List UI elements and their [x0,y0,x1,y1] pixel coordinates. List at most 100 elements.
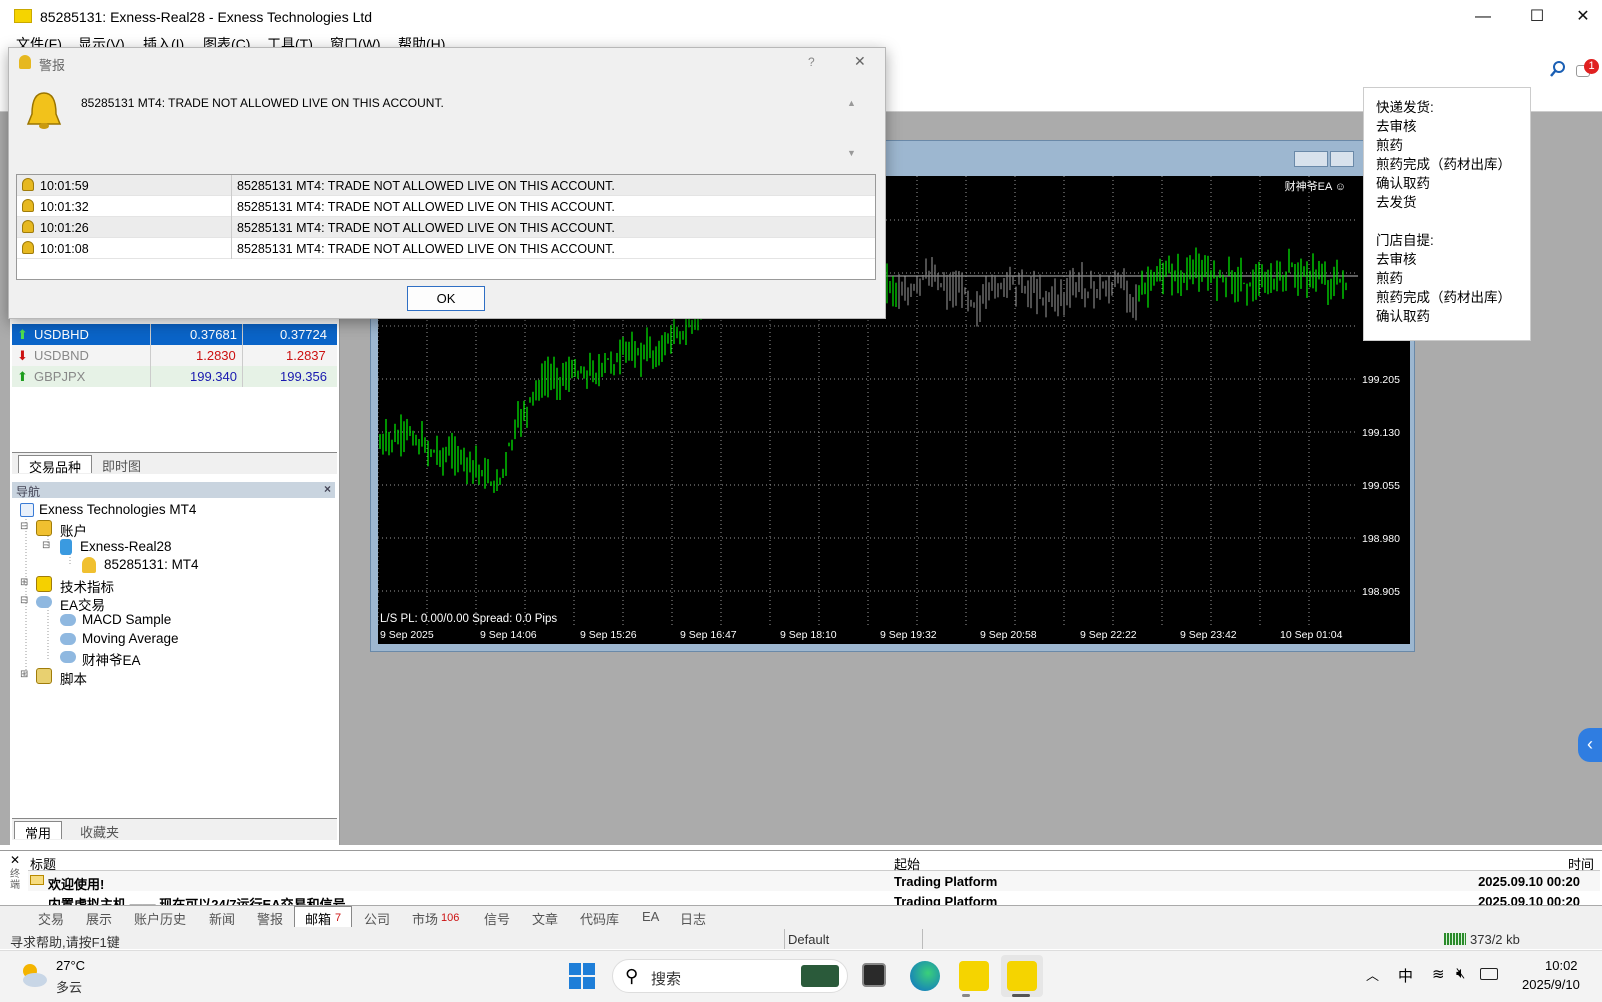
alert-text: 85285131 MT4: TRADE NOT ALLOWED LIVE ON … [237,221,615,235]
dialog-help-button[interactable]: ? [808,55,815,69]
ime-indicator[interactable]: 中 [1398,965,1413,986]
market-row-usdbnd[interactable]: ⬇ USDBND 1.2830 1.2837 [12,345,337,366]
terminal-panel: ✕ 终端 标题 起始 时间 欢迎使用! Trading Platform 202… [0,850,1602,905]
bell-icon [22,178,34,191]
taskbar: 27°C 多云 ⚲ 搜索 ︿ 中 ≋ 🔇︎ 10:02 2025/9/10 [0,950,1602,1002]
clock-date[interactable]: 2025/9/10 [1522,977,1580,992]
edge-browser-icon[interactable] [910,961,940,991]
start-icon[interactable] [569,963,595,989]
terminal-tabs: 交易 展示 账户历史 新闻 警报 邮箱 7 公司 市场 106 信号 文章 代码… [0,905,1602,929]
tree-server-label: Exness-Real28 [80,539,172,554]
popup-line[interactable]: 煎药完成（药材出库） [1376,288,1518,307]
alert-row[interactable]: 10:01:32 85285131 MT4: TRADE NOT ALLOWED … [17,196,875,217]
navigator-header: 导航 × [12,482,335,499]
popup-line: 快递发货: [1376,100,1434,115]
dialog-close-button[interactable]: ✕ [854,53,866,70]
bell-icon [19,55,31,69]
market-row-gbpjpx[interactable]: ⬆ GBPJPX 199.340 199.356 [12,366,337,387]
time-tick: 9 Sep 22:22 [1080,629,1137,641]
expand-icon: ⊞ [20,577,29,588]
market-row-usdbhd[interactable]: ⬆ USDBHD 0.37681 0.37724 [12,324,337,345]
popup-line[interactable]: 去审核 [1376,117,1518,136]
tab-alerts[interactable]: 警报 [257,909,283,928]
chevron-left-icon[interactable]: ‹ [1578,728,1602,762]
tree-account-label: 85285131: MT4 [104,557,199,572]
battery-icon[interactable] [1480,968,1498,980]
tab-tick-chart[interactable]: 即时图 [92,455,151,474]
alert-row[interactable]: 10:01:08 85285131 MT4: TRADE NOT ALLOWED … [17,238,875,259]
time-tick: 9 Sep 15:26 [580,629,637,641]
down-arrow-icon: ⬇ [17,348,28,363]
maximize-button[interactable]: ☐ [1514,4,1560,30]
tab-symbols[interactable]: 交易品种 [18,455,93,475]
mail-from: Trading Platform [894,894,998,905]
alert-time: 10:01:26 [40,221,89,235]
popup-line[interactable]: 确认取药 [1376,307,1518,326]
mail-from: Trading Platform [894,874,998,889]
mail-row[interactable]: 欢迎使用! Trading Platform 2025.09.10 00:20 [28,871,1600,892]
tab-account-history[interactable]: 账户历史 [134,909,186,928]
time-tick: 9 Sep 23:42 [1180,629,1237,641]
collapse-icon: ⊟ [20,595,29,606]
tab-company[interactable]: 公司 [364,909,390,928]
popup-line[interactable]: 煎药 [1376,269,1518,288]
expert-icon [36,596,52,608]
taskbar-search-box[interactable]: ⚲ 搜索 [612,959,848,993]
speaker-muted-icon[interactable]: 🔇︎ [1456,965,1465,982]
connection-icon [1444,933,1466,945]
wifi-icon[interactable]: ≋ [1432,965,1445,983]
tree-ea-label: MACD Sample [82,612,172,627]
weather-desc[interactable]: 多云 [56,977,82,996]
tab-favorites[interactable]: 收藏夹 [70,821,129,840]
ok-button[interactable]: OK [407,286,485,311]
clock-time[interactable]: 10:02 [1545,958,1578,973]
tab-exposure[interactable]: 展示 [86,909,112,928]
tab-journal[interactable]: 日志 [680,909,706,928]
popup-line[interactable]: 煎药完成（药材出库） [1376,155,1518,174]
task-view-icon[interactable] [862,963,886,987]
mt4-app-icon[interactable] [959,961,989,991]
price-tick: 199.205 [1362,374,1400,386]
weather-temp[interactable]: 27°C [56,958,85,973]
navigator-close-button[interactable]: × [324,482,331,496]
scripts-icon [36,668,52,684]
close-window-button[interactable]: ✕ [1566,4,1600,30]
chevron-up-icon[interactable]: ︿ [1366,965,1379,984]
status-bar: 寻求帮助,请按F1键 Default 373/2 kb [0,929,1602,950]
symbol-label: USDBND [34,348,89,363]
tab-mailbox[interactable]: 邮箱 7 [294,906,352,927]
mail-row[interactable]: 内置虚拟主机 —— 现在可以24/7运行EA交易和信号 Trading Plat… [28,891,1600,905]
tab-articles[interactable]: 文章 [532,909,558,928]
terminal-close-button[interactable]: ✕ [10,853,20,867]
weather-icon[interactable] [18,961,48,989]
tree-indicators-label: 技术指标 [60,580,114,595]
scroll-down-icon[interactable]: ▼ [847,148,856,158]
tab-common[interactable]: 常用 [14,821,63,841]
popup-line[interactable]: 去审核 [1376,250,1518,269]
minimize-button[interactable]: — [1460,4,1506,30]
tab-market[interactable]: 市场 [412,909,438,928]
alert-row[interactable]: 10:01:26 85285131 MT4: TRADE NOT ALLOWED … [17,217,875,238]
mt4-app-icon[interactable] [1007,961,1037,991]
tab-signals[interactable]: 信号 [484,909,510,928]
chart-minimize-button[interactable] [1294,151,1328,167]
search-icon[interactable] [1549,60,1567,78]
up-arrow-icon: ⬆ [17,369,28,384]
chart-restore-button[interactable] [1330,151,1354,167]
navigator-tabs: 常用 收藏夹 [12,818,337,841]
alert-time: 10:01:59 [40,179,89,193]
price-tick: 199.130 [1362,427,1400,439]
popup-line[interactable]: 确认取药 [1376,174,1518,193]
tab-codebase[interactable]: 代码库 [580,909,619,928]
notification-icon[interactable]: 1 [1576,59,1599,81]
ea-label: 财神爷EA ☺ [1284,181,1346,193]
tab-experts[interactable]: EA [642,909,659,924]
alert-row[interactable]: 10:01:59 85285131 MT4: TRADE NOT ALLOWED … [17,175,875,196]
price-tick: 198.980 [1362,533,1400,545]
scroll-up-icon[interactable]: ▲ [847,98,856,108]
status-profile[interactable]: Default [788,932,829,947]
tab-trade[interactable]: 交易 [38,909,64,928]
popup-line[interactable]: 去发货 [1376,193,1518,212]
popup-line[interactable]: 煎药 [1376,136,1518,155]
tab-news[interactable]: 新闻 [209,909,235,928]
